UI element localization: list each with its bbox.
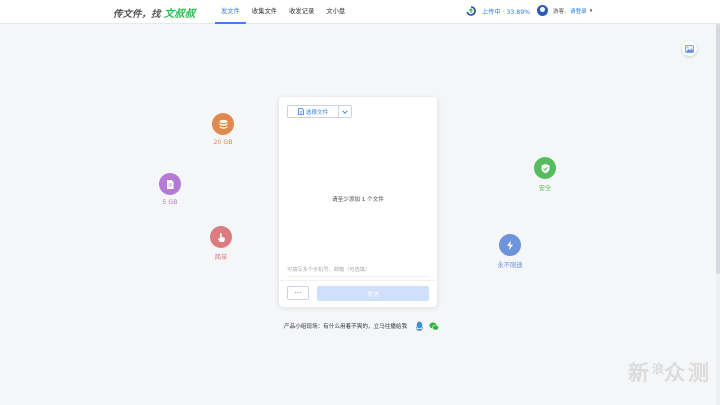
file-icon — [297, 108, 304, 115]
feature-simple: 简单 — [191, 226, 251, 261]
nav-collect-file[interactable]: 收集文件 — [246, 0, 283, 24]
nav-send-file[interactable]: 发文件 — [215, 0, 246, 24]
chevron-down-icon — [342, 109, 348, 114]
feature-20gb: 20 GB — [193, 113, 253, 146]
watermark: 新浪众测 — [628, 357, 712, 387]
main-nav: 发文件 收集文件 收发记录 文小盘 — [215, 0, 351, 24]
card-divider — [279, 280, 437, 281]
feature-simple-label: 简单 — [214, 254, 228, 261]
feature-20gb-label: 20 GB — [213, 139, 233, 146]
qq-icon[interactable] — [415, 321, 424, 331]
watermark-main: 新 — [628, 361, 652, 385]
document-icon — [159, 173, 181, 195]
more-options-button[interactable]: ··· — [287, 286, 309, 300]
account-menu[interactable]: 游客, 请登录 ▾ — [537, 5, 592, 16]
top-header: 传文件，找 文叔叔 发文件 收集文件 收发记录 文小盘 上传中 · 33.89%… — [0, 0, 720, 24]
logo-brand: 文叔叔 — [163, 8, 196, 20]
send-button[interactable]: 发送 — [317, 286, 429, 301]
select-file-control: 选择文件 — [287, 105, 352, 118]
feature-5gb-label: 5 GB — [162, 199, 178, 206]
database-icon — [212, 113, 234, 135]
watermark-small: 浪 — [652, 362, 665, 376]
select-file-dropdown[interactable] — [339, 106, 351, 117]
feedback-text: 产品小组现场：有什么用着不爽的，立马往播给我 — [284, 324, 408, 330]
wechat-icon[interactable] — [429, 322, 440, 331]
feature-never-slow-label: 永不限速 — [497, 262, 523, 269]
feature-secure: 安全 — [515, 157, 575, 192]
site-logo[interactable]: 传文件，找 文叔叔 — [113, 6, 195, 21]
avatar — [537, 5, 548, 16]
feature-5gb: 5 GB — [140, 173, 200, 206]
hand-pointer-icon — [210, 226, 232, 248]
select-file-button[interactable]: 选择文件 — [288, 106, 339, 117]
nav-records[interactable]: 收发记录 — [283, 0, 320, 24]
image-icon — [685, 44, 694, 53]
caret-down-icon: ▾ — [589, 7, 593, 14]
feature-secure-label: 安全 — [538, 185, 552, 192]
upload-status[interactable]: 上传中 · 33.89% — [466, 6, 530, 16]
upload-progress-icon — [466, 6, 476, 16]
recipient-input[interactable]: 可填写多个手机号、邮箱（可选填） — [287, 265, 429, 277]
upload-status-text: 上传中 · 33.89% — [482, 8, 531, 16]
watermark-tail: 众测 — [664, 361, 713, 385]
logo-slogan: 传文件，找 — [113, 9, 164, 20]
select-file-label: 选择文件 — [305, 109, 329, 116]
lightning-icon — [499, 234, 521, 256]
image-tool-button[interactable] — [682, 41, 697, 56]
scrollbar-thumb[interactable] — [716, 24, 720, 274]
feedback-bar: 产品小组现场：有什么用着不爽的，立马往播给我 — [284, 321, 440, 331]
nav-mini-disk[interactable]: 文小盘 — [320, 0, 351, 24]
upload-card: 选择文件 请至少添加 1 个文件 可填写多个手机号、邮箱（可选填） ··· 发送 — [279, 97, 437, 307]
shield-icon — [534, 157, 556, 179]
feature-never-slow: 永不限速 — [480, 234, 540, 269]
drop-hint: 请至少添加 1 个文件 — [332, 197, 384, 203]
login-link[interactable]: 请登录 — [570, 7, 587, 15]
guest-label: 游客, — [553, 8, 566, 15]
